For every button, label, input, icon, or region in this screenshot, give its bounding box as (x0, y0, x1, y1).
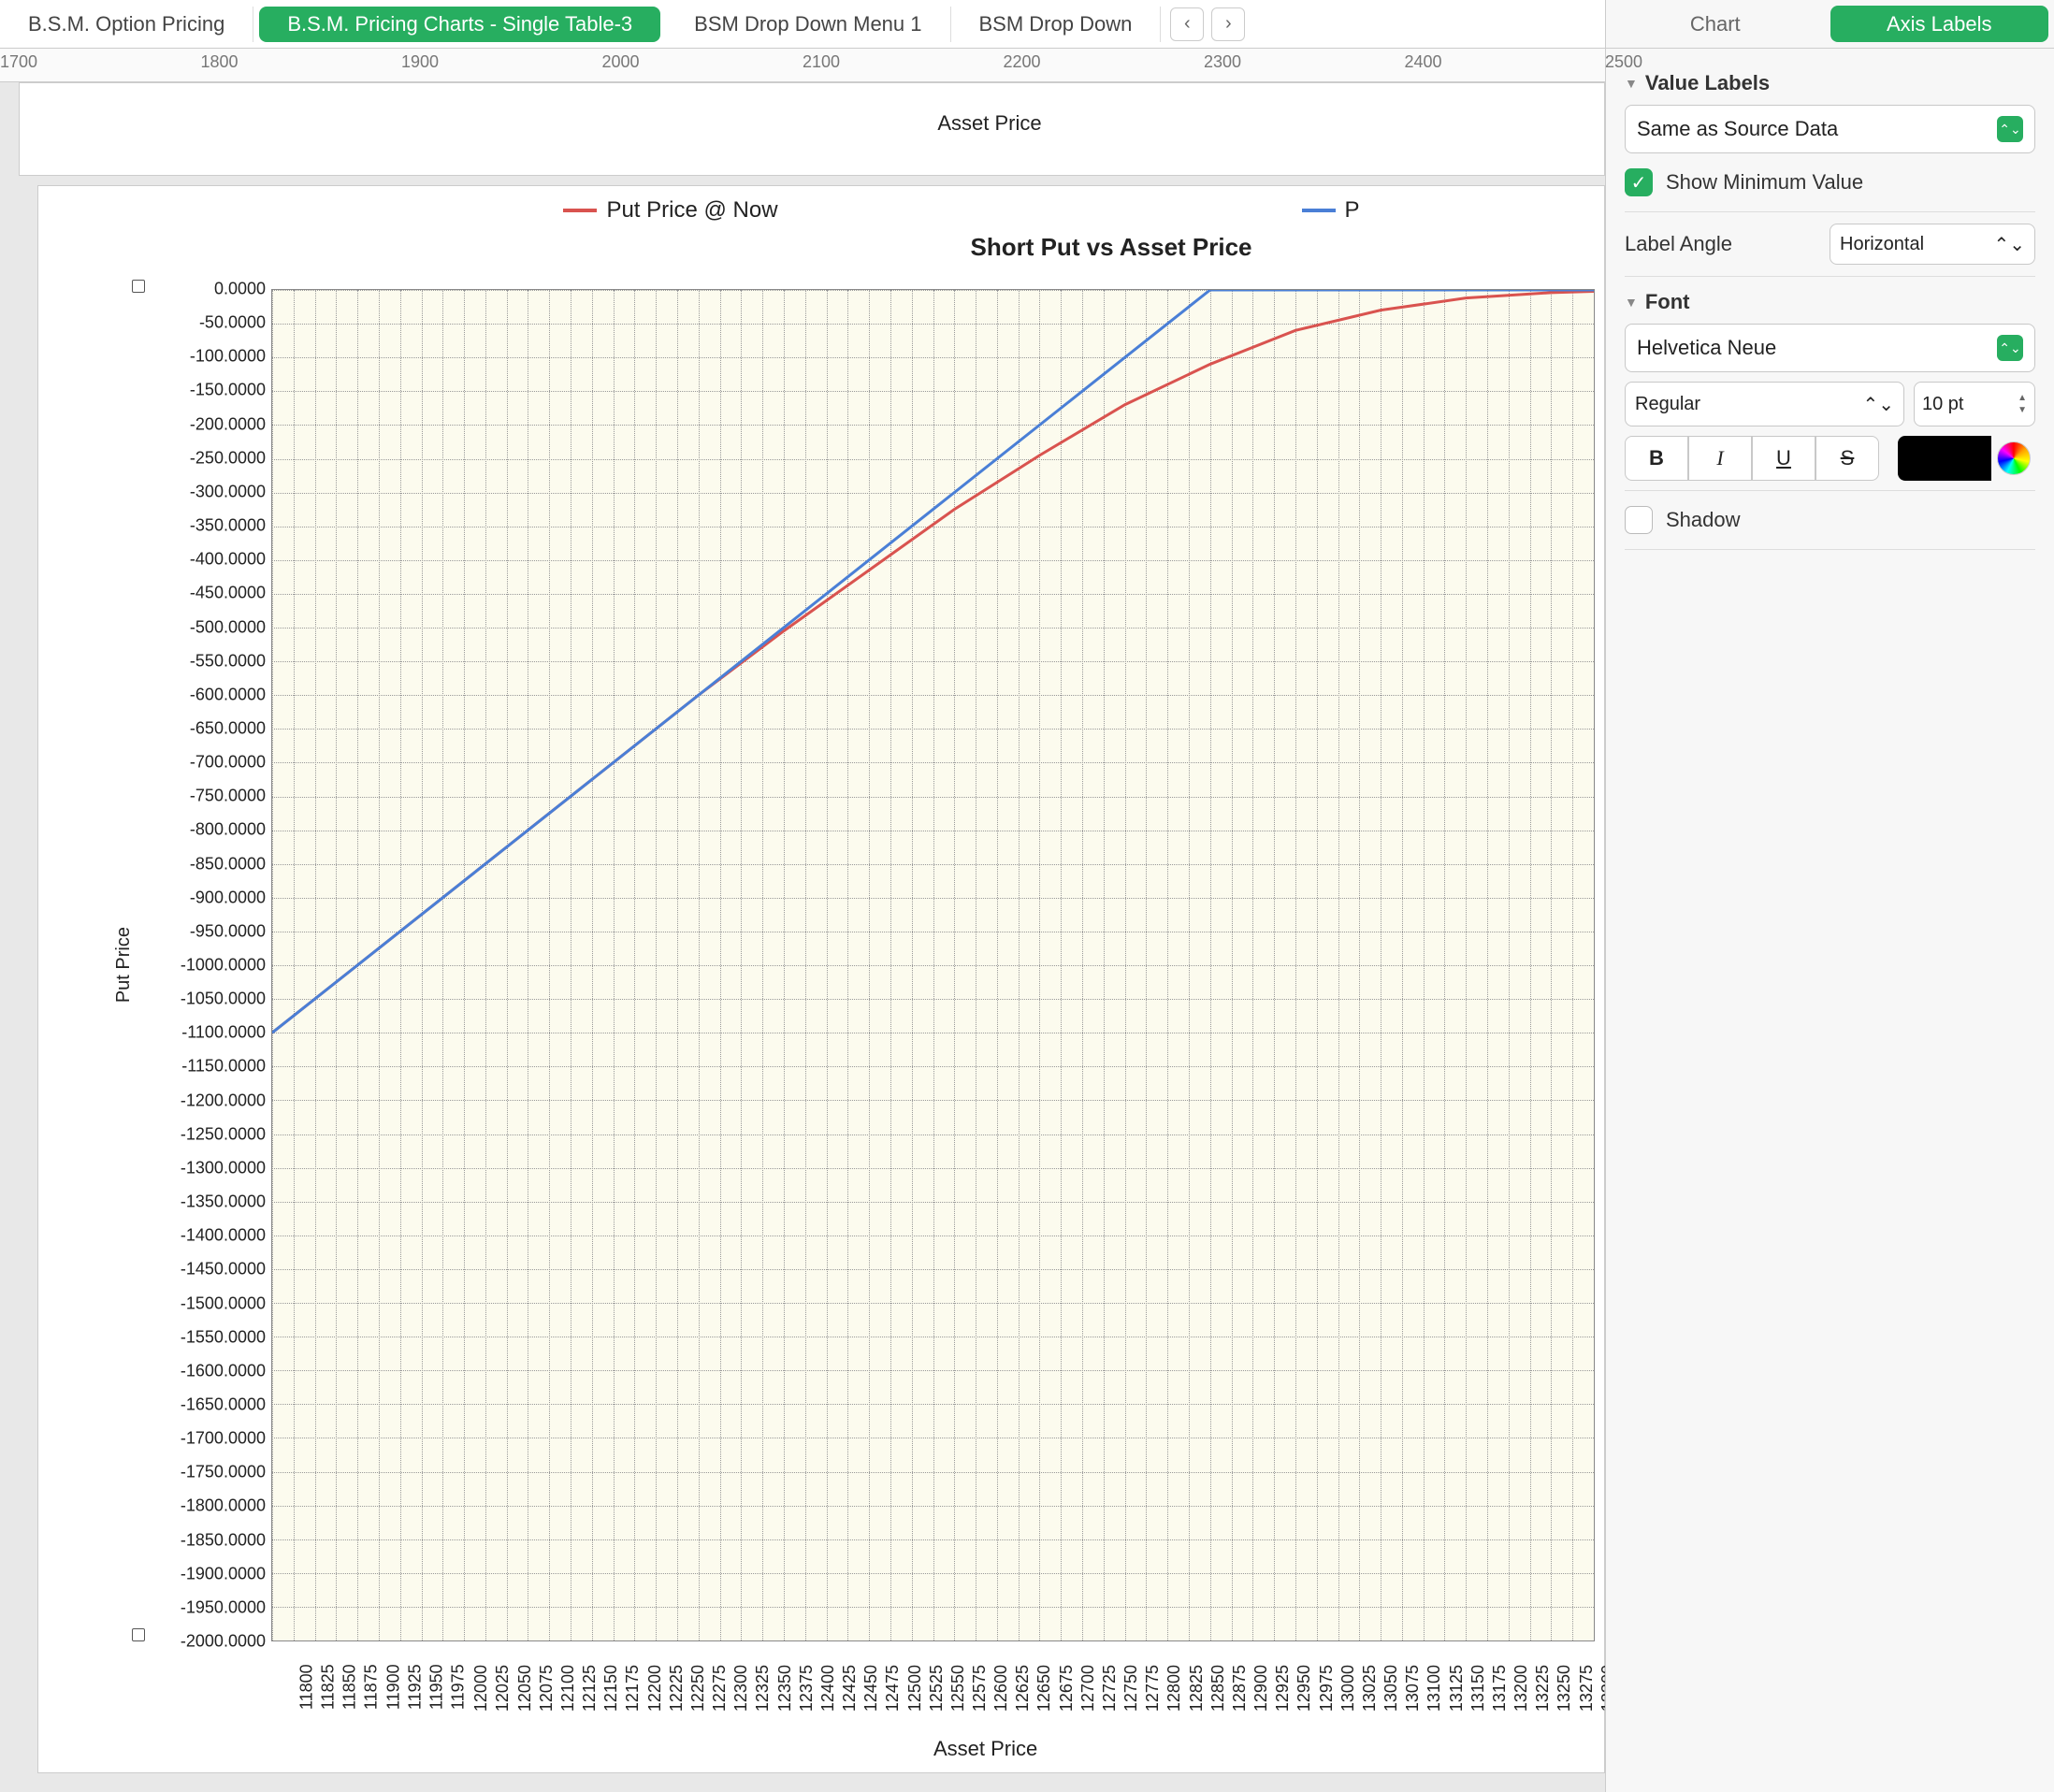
legend-item-blue: P (1302, 197, 1360, 224)
selection-handle[interactable] (132, 280, 145, 293)
chart-legend: Put Price @ Now P (38, 186, 1604, 227)
section-value-labels[interactable]: ▼ Value Labels (1625, 71, 2035, 95)
color-picker-icon[interactable] (1997, 441, 2031, 475)
canvas[interactable]: Asset Price Put Price @ Now P Short Put … (0, 82, 1605, 1792)
shadow-checkbox[interactable]: ✓ (1625, 506, 1653, 534)
plot-area[interactable] (271, 289, 1595, 1641)
y-axis: 0.0000-50.0000-100.0000-150.0000-200.000… (140, 289, 271, 1641)
value-label-format-select[interactable]: Same as Source Data ⌃⌄ (1625, 105, 2035, 153)
tab-prev-button[interactable]: ‹ (1170, 7, 1204, 41)
tab-pricing-charts[interactable]: B.S.M. Pricing Charts - Single Table-3 (259, 7, 660, 42)
chevron-left-icon: ‹ (1184, 13, 1191, 35)
legend-label: P (1345, 197, 1360, 224)
selection-handle[interactable] (132, 1628, 145, 1641)
inspector-tab-chart[interactable]: Chart (1606, 0, 1825, 48)
tab-dropdown-1[interactable]: BSM Drop Down Menu 1 (666, 7, 950, 42)
inspector-tab-axis-labels[interactable]: Axis Labels (1830, 6, 2049, 42)
chart-object[interactable]: Put Price @ Now P Short Put vs Asset Pri… (37, 185, 1605, 1773)
dropdown-icon: ⌃⌄ (1997, 335, 2023, 361)
step-down-icon[interactable]: ▼ (2018, 405, 2027, 415)
section-font[interactable]: ▼ Font (1625, 290, 2035, 314)
label-angle-label: Label Angle (1625, 232, 1732, 256)
strike-button[interactable]: S (1815, 436, 1879, 481)
y-axis-label[interactable]: Put Price (113, 927, 135, 1003)
font-size-stepper[interactable]: 10 pt ▲▼ (1914, 382, 2035, 426)
legend-item-red: Put Price @ Now (563, 197, 777, 224)
table-header-strip: Asset Price (19, 82, 1605, 176)
show-min-label: Show Minimum Value (1666, 170, 1863, 195)
workbook-tabs: B.S.M. Option Pricing B.S.M. Pricing Cha… (0, 0, 1605, 49)
chevron-down-icon: ▼ (1625, 295, 1638, 310)
tab-dropdown-2[interactable]: BSM Drop Down (951, 7, 1162, 42)
legend-swatch-icon (1302, 209, 1336, 212)
horizontal-ruler: 170018001900200021002200230024002500 (0, 49, 1605, 82)
chevron-right-icon: › (1225, 13, 1232, 35)
font-weight-select[interactable]: Regular ⌃⌄ (1625, 382, 1904, 426)
dropdown-icon: ⌃⌄ (1997, 116, 2023, 142)
bold-button[interactable]: B (1625, 436, 1688, 481)
chart-title[interactable]: Short Put vs Asset Price (38, 233, 1604, 262)
tab-option-pricing[interactable]: B.S.M. Option Pricing (0, 7, 253, 42)
legend-swatch-icon (563, 209, 597, 212)
underline-button[interactable]: U (1752, 436, 1815, 481)
label-angle-select[interactable]: Horizontal ⌃⌄ (1830, 224, 2035, 265)
dropdown-icon: ⌃⌄ (1862, 393, 1894, 416)
text-color-swatch[interactable] (1898, 436, 1991, 481)
legend-label: Put Price @ Now (606, 197, 777, 224)
dropdown-icon: ⌃⌄ (1993, 233, 2025, 256)
x-axis: 1180011825118501187511900119251195011975… (252, 1641, 1595, 1726)
step-up-icon[interactable]: ▲ (2018, 393, 2027, 403)
italic-button[interactable]: I (1688, 436, 1752, 481)
font-family-select[interactable]: Helvetica Neue ⌃⌄ (1625, 324, 2035, 372)
x-axis-label[interactable]: Asset Price (933, 1737, 1037, 1761)
chevron-down-icon: ▼ (1625, 76, 1638, 91)
format-inspector: Chart Axis Labels ▼ Value Labels Same as… (1605, 0, 2054, 1792)
table-header-cell: Asset Price (20, 83, 1604, 136)
tab-next-button[interactable]: › (1211, 7, 1245, 41)
show-min-checkbox[interactable]: ✓ (1625, 168, 1653, 196)
shadow-label: Shadow (1666, 508, 1741, 532)
